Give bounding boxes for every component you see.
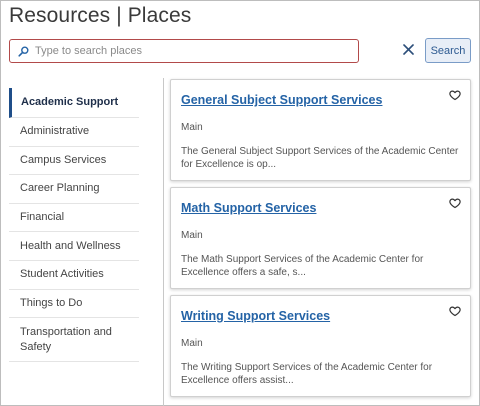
result-title-link[interactable]: General Subject Support Services bbox=[181, 93, 460, 107]
result-card: Writing Support Services Main The Writin… bbox=[170, 295, 471, 397]
sidebar-item-label: Transportation and Safety bbox=[20, 325, 112, 353]
sidebar-item-transportation-and-safety[interactable]: Transportation and Safety bbox=[9, 318, 139, 363]
result-location: Main bbox=[181, 230, 203, 241]
category-sidebar: Academic Support Administrative Campus S… bbox=[9, 88, 139, 363]
heart-icon[interactable] bbox=[449, 304, 462, 317]
search-icon bbox=[16, 44, 30, 58]
sidebar-item-label: Financial bbox=[20, 211, 65, 224]
results-divider bbox=[163, 78, 164, 406]
result-card: Math Support Services Main The Math Supp… bbox=[170, 187, 471, 289]
sidebar-item-label: Health and Wellness bbox=[20, 239, 121, 252]
search-input[interactable] bbox=[35, 45, 355, 57]
sidebar-item-label: Things to Do bbox=[20, 296, 83, 309]
sidebar-item-label: Career Planning bbox=[20, 182, 100, 195]
sidebar-item-health-and-wellness[interactable]: Health and Wellness bbox=[9, 232, 139, 261]
sidebar-item-label: Campus Services bbox=[20, 153, 107, 166]
sidebar-item-academic-support[interactable]: Academic Support bbox=[9, 88, 139, 118]
result-location: Main bbox=[181, 122, 203, 133]
result-description: The General Subject Support Services of … bbox=[181, 146, 459, 170]
result-title-link[interactable]: Writing Support Services bbox=[181, 309, 460, 323]
result-description: The Math Support Services of the Academi… bbox=[181, 254, 424, 278]
result-card: General Subject Support Services Main Th… bbox=[170, 79, 471, 181]
sidebar-item-campus-services[interactable]: Campus Services bbox=[9, 146, 139, 176]
sidebar-item-label: Academic Support bbox=[21, 96, 119, 108]
page-title: Resources | Places bbox=[9, 4, 192, 27]
search-button[interactable]: Search bbox=[425, 38, 471, 63]
sidebar-item-career-planning[interactable]: Career Planning bbox=[9, 175, 139, 204]
sidebar-item-student-activities[interactable]: Student Activities bbox=[9, 260, 139, 290]
sidebar-item-label: Student Activities bbox=[20, 268, 104, 281]
close-icon bbox=[402, 42, 414, 60]
sidebar-item-financial[interactable]: Financial bbox=[9, 203, 139, 233]
heart-icon[interactable] bbox=[449, 88, 462, 101]
search-box[interactable] bbox=[9, 39, 359, 63]
heart-icon[interactable] bbox=[449, 196, 462, 209]
sidebar-item-label: Administrative bbox=[20, 125, 90, 138]
result-location: Main bbox=[181, 338, 203, 349]
clear-search-button[interactable] bbox=[398, 41, 418, 61]
sidebar-item-administrative[interactable]: Administrative bbox=[9, 118, 139, 147]
result-description: The Writing Support Services of the Acad… bbox=[181, 362, 433, 386]
result-title-link[interactable]: Math Support Services bbox=[181, 201, 460, 215]
sidebar-item-things-to-do[interactable]: Things to Do bbox=[9, 289, 139, 319]
